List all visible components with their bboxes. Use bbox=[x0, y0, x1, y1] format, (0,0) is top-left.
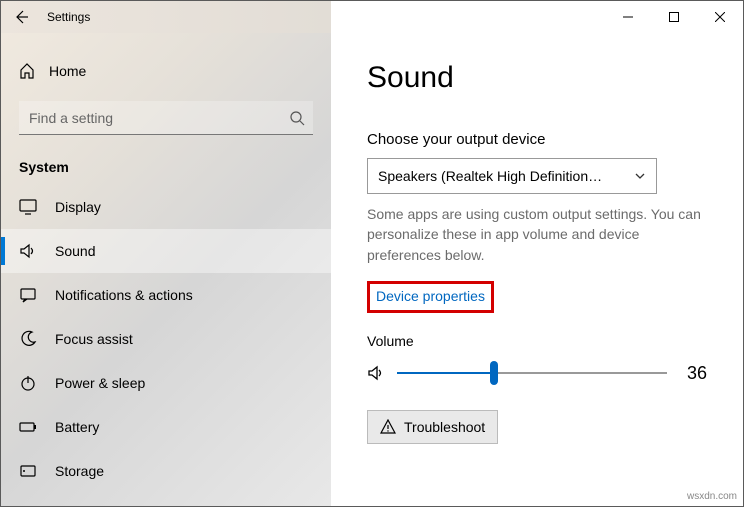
close-icon bbox=[715, 12, 725, 22]
slider-fill bbox=[397, 372, 494, 374]
home-icon bbox=[19, 63, 35, 79]
search-input[interactable] bbox=[19, 101, 313, 135]
sidebar-item-label: Focus assist bbox=[55, 331, 133, 347]
sidebar-item-label: Display bbox=[55, 199, 101, 215]
output-device-value: Speakers (Realtek High Definition… bbox=[378, 168, 602, 184]
watermark: wsxdn.com bbox=[687, 491, 737, 502]
sidebar-item-display[interactable]: Display bbox=[1, 185, 331, 229]
back-arrow-icon bbox=[13, 9, 29, 25]
content-area: Home System Display Sound Notifications bbox=[1, 33, 743, 506]
power-icon bbox=[19, 374, 37, 392]
sidebar-item-label: Notifications & actions bbox=[55, 287, 193, 303]
sidebar-item-notifications[interactable]: Notifications & actions bbox=[1, 273, 331, 317]
sidebar-item-battery[interactable]: Battery bbox=[1, 405, 331, 449]
volume-row: 36 bbox=[367, 363, 707, 384]
maximize-icon bbox=[669, 12, 679, 22]
app-title: Settings bbox=[47, 10, 90, 24]
sidebar-home[interactable]: Home bbox=[1, 51, 331, 91]
sidebar-item-label: Battery bbox=[55, 419, 99, 435]
output-device-select[interactable]: Speakers (Realtek High Definition… bbox=[367, 158, 657, 194]
slider-track bbox=[397, 372, 667, 374]
search-wrap bbox=[19, 101, 313, 135]
titlebar-left: Settings bbox=[1, 1, 331, 33]
window-controls bbox=[331, 1, 743, 33]
volume-label: Volume bbox=[367, 333, 707, 349]
display-icon bbox=[19, 198, 37, 216]
search-icon bbox=[289, 110, 305, 126]
sidebar-item-label: Power & sleep bbox=[55, 375, 145, 391]
sidebar-group-label: System bbox=[1, 153, 331, 185]
speaker-icon bbox=[367, 363, 387, 383]
sidebar-item-storage[interactable]: Storage bbox=[1, 449, 331, 493]
slider-thumb[interactable] bbox=[490, 361, 498, 385]
sound-icon bbox=[19, 242, 37, 260]
focus-assist-icon bbox=[19, 330, 37, 348]
device-properties-highlight: Device properties bbox=[367, 281, 494, 313]
sidebar-item-sound[interactable]: Sound bbox=[1, 229, 331, 273]
troubleshoot-button[interactable]: Troubleshoot bbox=[367, 410, 498, 444]
minimize-icon bbox=[623, 12, 633, 22]
warning-icon bbox=[380, 419, 396, 435]
volume-slider[interactable] bbox=[397, 363, 667, 383]
battery-icon bbox=[19, 418, 37, 436]
sidebar-item-label: Storage bbox=[55, 463, 104, 479]
output-device-label: Choose your output device bbox=[367, 131, 707, 148]
device-properties-link[interactable]: Device properties bbox=[376, 288, 485, 304]
sidebar-nav: Display Sound Notifications & actions Fo… bbox=[1, 185, 331, 506]
maximize-button[interactable] bbox=[651, 1, 697, 33]
output-helper-text: Some apps are using custom output settin… bbox=[367, 204, 707, 265]
titlebar: Settings bbox=[1, 1, 743, 33]
main-pane: Sound Choose your output device Speakers… bbox=[331, 33, 743, 506]
sidebar-home-label: Home bbox=[49, 63, 86, 79]
close-button[interactable] bbox=[697, 1, 743, 33]
troubleshoot-label: Troubleshoot bbox=[404, 419, 485, 435]
minimize-button[interactable] bbox=[605, 1, 651, 33]
sidebar-item-power-sleep[interactable]: Power & sleep bbox=[1, 361, 331, 405]
storage-icon bbox=[19, 462, 37, 480]
chevron-down-icon bbox=[634, 170, 646, 182]
volume-value: 36 bbox=[677, 363, 707, 384]
sidebar-item-label: Sound bbox=[55, 243, 95, 259]
sidebar: Home System Display Sound Notifications bbox=[1, 33, 331, 506]
page-title: Sound bbox=[367, 61, 707, 95]
settings-window: Settings Home System Display bbox=[0, 0, 744, 507]
sidebar-item-focus-assist[interactable]: Focus assist bbox=[1, 317, 331, 361]
back-button[interactable] bbox=[1, 1, 41, 33]
notifications-icon bbox=[19, 286, 37, 304]
